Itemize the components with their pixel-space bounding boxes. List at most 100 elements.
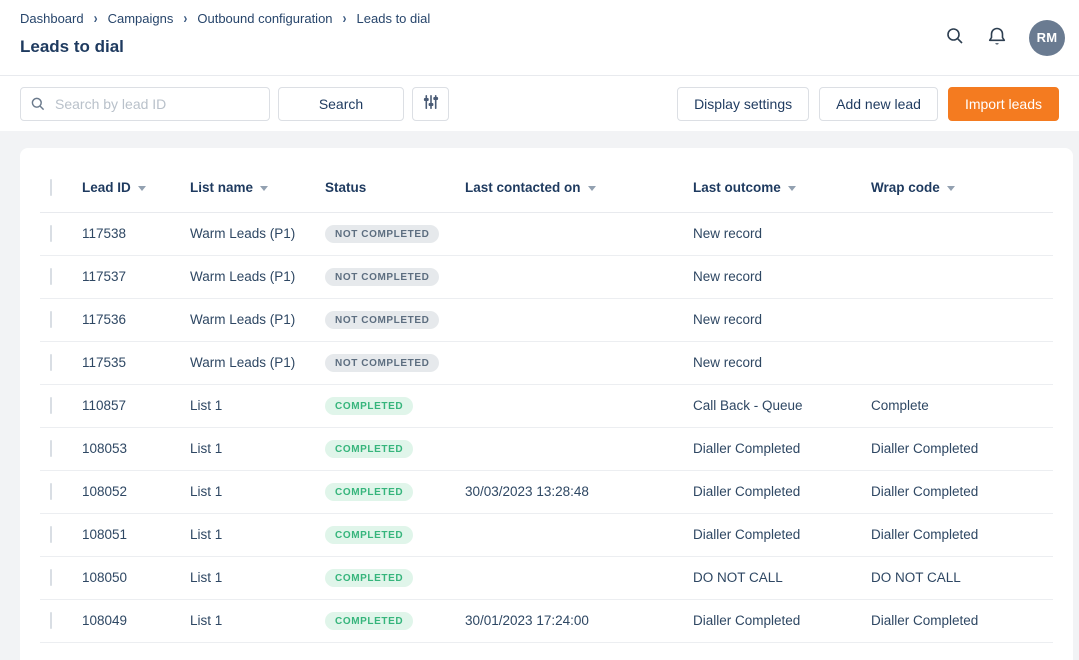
column-header-list-name[interactable]: List name [190, 148, 325, 212]
table-row[interactable]: 117535 Warm Leads (P1) NOT COMPLETED New… [40, 341, 1053, 384]
cell-lead-id: 117536 [82, 298, 190, 341]
page-title: Leads to dial [20, 37, 430, 57]
notifications-button[interactable] [987, 26, 1007, 50]
cell-status: NOT COMPLETED [325, 298, 465, 341]
cell-lead-id: 108051 [82, 513, 190, 556]
cell-last-outcome: New record [693, 341, 871, 384]
cell-lead-id: 108050 [82, 556, 190, 599]
row-checkbox[interactable] [50, 311, 52, 328]
display-settings-button[interactable]: Display settings [677, 87, 809, 121]
row-checkbox[interactable] [50, 612, 52, 629]
cell-last-contacted-on: 30/03/2023 13:28:48 [465, 470, 693, 513]
page-content: Lead ID List name Status Last contacted … [0, 131, 1079, 660]
cell-last-outcome: DO NOT CALL [693, 556, 871, 599]
cell-last-contacted-on [465, 212, 693, 255]
breadcrumb: Dashboard › Campaigns › Outbound configu… [20, 8, 430, 28]
table-body: 117538 Warm Leads (P1) NOT COMPLETED New… [40, 212, 1053, 642]
cell-list-name: List 1 [190, 556, 325, 599]
global-search-button[interactable] [945, 26, 965, 49]
status-badge: COMPLETED [325, 526, 413, 544]
breadcrumb-item-leads-to-dial: Leads to dial [357, 11, 431, 26]
leads-table: Lead ID List name Status Last contacted … [40, 148, 1053, 643]
table-row[interactable]: 108052 List 1 COMPLETED 30/03/2023 13:28… [40, 470, 1053, 513]
row-checkbox[interactable] [50, 440, 52, 457]
cell-lead-id: 108049 [82, 599, 190, 642]
toolbar-actions: Display settings Add new lead Import lea… [677, 87, 1059, 121]
cell-last-contacted-on [465, 556, 693, 599]
cell-list-name: Warm Leads (P1) [190, 212, 325, 255]
row-checkbox[interactable] [50, 526, 52, 543]
table-row[interactable]: 108050 List 1 COMPLETED DO NOT CALL DO N… [40, 556, 1053, 599]
cell-status: NOT COMPLETED [325, 341, 465, 384]
add-new-lead-button[interactable]: Add new lead [819, 87, 938, 121]
column-header-status: Status [325, 148, 465, 212]
cell-last-contacted-on [465, 298, 693, 341]
column-header-last-outcome[interactable]: Last outcome [693, 148, 871, 212]
cell-last-outcome: Dialler Completed [693, 470, 871, 513]
cell-last-outcome: Call Back - Queue [693, 384, 871, 427]
cell-wrap-code [871, 298, 1053, 341]
filter-button[interactable] [412, 87, 449, 121]
search-input[interactable] [20, 87, 270, 121]
cell-wrap-code: Dialler Completed [871, 470, 1053, 513]
cell-last-contacted-on: 30/01/2023 17:24:00 [465, 599, 693, 642]
row-checkbox[interactable] [50, 268, 52, 285]
table-row[interactable]: 117536 Warm Leads (P1) NOT COMPLETED New… [40, 298, 1053, 341]
table-row[interactable]: 117537 Warm Leads (P1) NOT COMPLETED New… [40, 255, 1053, 298]
cell-last-outcome: New record [693, 298, 871, 341]
cell-last-outcome: New record [693, 255, 871, 298]
cell-list-name: List 1 [190, 384, 325, 427]
cell-wrap-code: Dialler Completed [871, 599, 1053, 642]
leads-table-card: Lead ID List name Status Last contacted … [20, 148, 1073, 660]
breadcrumb-separator-icon: › [343, 10, 347, 27]
table-row[interactable]: 108051 List 1 COMPLETED Dialler Complete… [40, 513, 1053, 556]
breadcrumb-item-outbound-configuration[interactable]: Outbound configuration [197, 11, 332, 26]
cell-lead-id: 117538 [82, 212, 190, 255]
avatar[interactable]: RM [1029, 20, 1065, 56]
cell-list-name: List 1 [190, 470, 325, 513]
row-checkbox[interactable] [50, 354, 52, 371]
toolbar: Search Display settings Add new lead Imp… [0, 76, 1079, 131]
header-right: RM [945, 0, 1065, 75]
row-checkbox[interactable] [50, 225, 52, 242]
table-row[interactable]: 108049 List 1 COMPLETED 30/01/2023 17:24… [40, 599, 1053, 642]
cell-lead-id: 117537 [82, 255, 190, 298]
cell-status: NOT COMPLETED [325, 212, 465, 255]
cell-lead-id: 108052 [82, 470, 190, 513]
cell-lead-id: 110857 [82, 384, 190, 427]
column-header-lead-id[interactable]: Lead ID [82, 148, 190, 212]
import-leads-button[interactable]: Import leads [948, 87, 1059, 121]
table-row[interactable]: 108053 List 1 COMPLETED Dialler Complete… [40, 427, 1053, 470]
cell-wrap-code: DO NOT CALL [871, 556, 1053, 599]
cell-list-name: Warm Leads (P1) [190, 341, 325, 384]
status-badge: COMPLETED [325, 483, 413, 501]
column-header-last-contacted-on[interactable]: Last contacted on [465, 148, 693, 212]
cell-last-contacted-on [465, 427, 693, 470]
cell-wrap-code: Dialler Completed [871, 513, 1053, 556]
cell-wrap-code [871, 341, 1053, 384]
table-row[interactable]: 110857 List 1 COMPLETED Call Back - Queu… [40, 384, 1053, 427]
search-button[interactable]: Search [278, 87, 404, 121]
sort-caret-icon [947, 186, 955, 191]
status-badge: NOT COMPLETED [325, 225, 439, 243]
table-row[interactable]: 117538 Warm Leads (P1) NOT COMPLETED New… [40, 212, 1053, 255]
sort-caret-icon [138, 186, 146, 191]
row-checkbox[interactable] [50, 483, 52, 500]
breadcrumb-item-campaigns[interactable]: Campaigns [108, 11, 174, 26]
cell-wrap-code [871, 212, 1053, 255]
app-header: Dashboard › Campaigns › Outbound configu… [0, 0, 1079, 76]
search-field-wrap [20, 87, 270, 121]
select-all-checkbox[interactable] [50, 179, 52, 196]
cell-list-name: List 1 [190, 427, 325, 470]
row-checkbox[interactable] [50, 569, 52, 586]
row-checkbox[interactable] [50, 397, 52, 414]
breadcrumb-item-dashboard[interactable]: Dashboard [20, 11, 84, 26]
column-header-wrap-code[interactable]: Wrap code [871, 148, 1053, 212]
column-label: Status [325, 180, 366, 195]
breadcrumb-separator-icon: › [183, 10, 187, 27]
sort-caret-icon [788, 186, 796, 191]
cell-last-contacted-on [465, 513, 693, 556]
status-badge: COMPLETED [325, 569, 413, 587]
cell-lead-id: 117535 [82, 341, 190, 384]
cell-status: COMPLETED [325, 513, 465, 556]
